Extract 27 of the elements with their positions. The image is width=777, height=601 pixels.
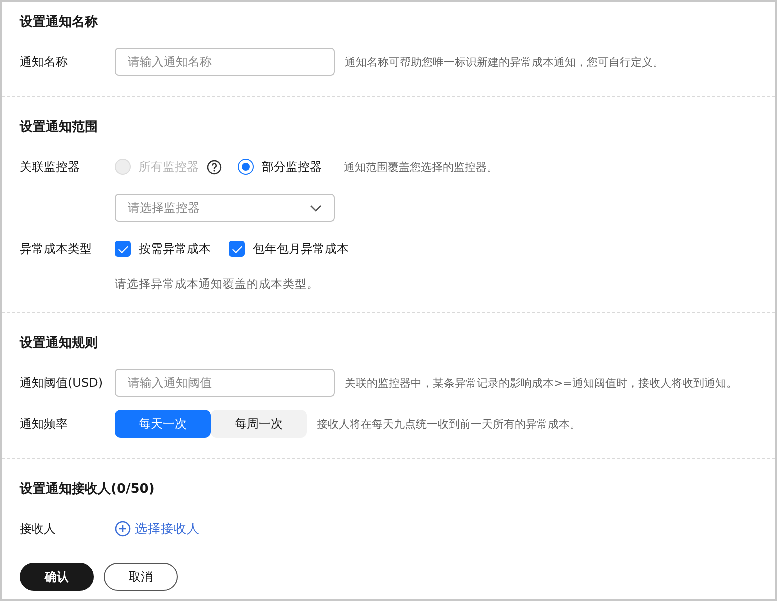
hint-text: 通知范围覆盖您选择的监控器。	[344, 160, 498, 174]
chevron-down-icon	[310, 204, 322, 212]
section-title: 设置通知规则	[20, 335, 99, 353]
cancel-button[interactable]: 取消	[104, 563, 178, 591]
input-field[interactable]: 请输入通知阈值	[115, 369, 335, 397]
field-label: 接收人	[20, 520, 57, 538]
confirm-button[interactable]: 确认	[20, 563, 94, 591]
field-label: 通知频率	[20, 416, 69, 432]
hint-text: 通知名称可帮助您唯一标识新建的异常成本通知，您可自行定义。	[345, 54, 664, 70]
hint-text: 请选择异常成本通知覆盖的成本类型。	[115, 276, 319, 292]
field-label: 异常成本类型	[20, 240, 93, 258]
checkbox-option[interactable]: 包年包月异常成本	[229, 240, 349, 258]
field-label: 关联监控器	[20, 158, 81, 176]
frequency-tab[interactable]: 每周一次	[211, 410, 307, 438]
hint-text: 关联的监控器中，某条异常记录的影响成本>=通知阈值时，接收人将收到通知。	[345, 376, 738, 390]
field-label: 通知阈值(USD)	[20, 374, 104, 392]
radio-option[interactable]: 部分监控器	[238, 158, 322, 176]
section-title: 设置通知接收人(0/50)	[20, 481, 156, 499]
checkbox-option[interactable]: 按需异常成本	[115, 240, 211, 258]
frequency-tab[interactable]: 每天一次	[115, 410, 211, 438]
section-title: 设置通知名称	[20, 14, 99, 32]
hint-text: 接收人将在每天九点统一收到前一天所有的异常成本。	[317, 416, 581, 432]
plus-circle-icon	[115, 521, 131, 537]
input-field[interactable]: 请输入通知名称	[115, 48, 335, 76]
add-recipient-link[interactable]: 选择接收人	[115, 520, 200, 538]
section-title: 设置通知范围	[20, 119, 99, 137]
field-label: 通知名称	[20, 54, 69, 70]
